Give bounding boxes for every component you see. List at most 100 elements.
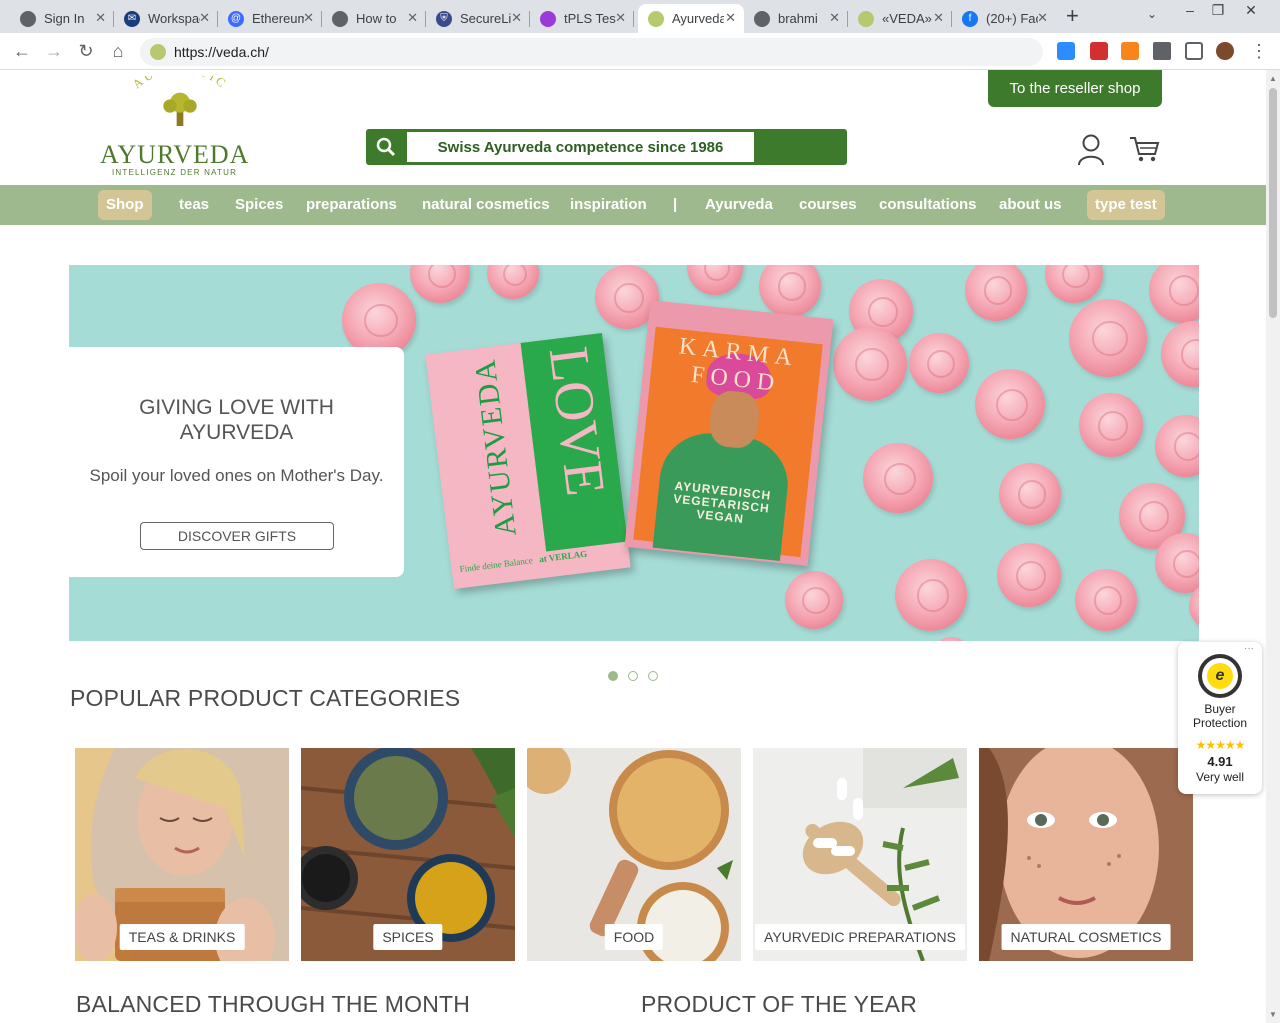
search-button[interactable] [366,129,406,165]
globe-icon [754,10,770,27]
restore-icon[interactable]: ❐ [1203,2,1233,19]
back-icon[interactable]: ← [11,40,33,62]
browser-tab[interactable]: How to ✕ [322,4,426,33]
trusted-shops-badge[interactable]: ··· e Buyer Protection ★★★★★ 4.91 Very w… [1178,642,1262,794]
product-of-year-title: PRODUCT OF THE YEAR [641,991,918,1017]
reload-icon[interactable]: ↻ [75,40,97,62]
category-tile-teas[interactable]: TEAS & DRINKS [75,748,289,961]
close-window-icon[interactable]: ✕ [1236,2,1266,19]
nav-item-consultations[interactable]: consultations [879,190,977,220]
tab-label: Workspace [148,11,200,26]
close-icon[interactable]: ✕ [615,10,626,26]
discover-gifts-button[interactable]: DISCOVER GIFTS [140,522,334,550]
tab-label: «VEDA» [882,11,932,26]
browser-tab-active[interactable]: Ayurveda ✕ [638,4,744,33]
scroll-up-icon[interactable]: ▲ [1269,74,1277,83]
tree-icon [648,10,664,27]
rose-decoration [863,443,933,513]
logo-word-a: AYUR [100,140,174,169]
minimize-icon[interactable]: – [1175,2,1205,18]
close-icon[interactable]: ✕ [725,10,736,26]
address-bar[interactable]: https://veda.ch/ [140,38,1043,66]
rose-decoration [1161,321,1199,387]
category-tile-food[interactable]: FOOD [527,748,741,961]
account-icon[interactable] [1076,134,1106,166]
page-scrollbar[interactable]: ▲ ▼ [1266,70,1280,1023]
buyer-protection-label: Buyer Protection [1192,702,1248,730]
close-icon[interactable]: ✕ [199,10,210,26]
scroll-down-icon[interactable]: ▼ [1269,1010,1277,1019]
category-caption: SPICES [373,924,443,950]
nav-separator: | [673,196,678,213]
metamask-icon[interactable] [1121,42,1139,60]
at-icon: @ [228,10,244,27]
category-tile-cosmetics[interactable]: NATURAL COSMETICS [979,748,1193,961]
browser-tab[interactable]: ✉ Workspace ✕ [114,4,218,33]
close-icon[interactable]: ✕ [511,10,522,26]
rose-decoration [1069,299,1147,377]
tab-label: SecureLine [460,11,512,26]
nav-item-inspiration[interactable]: inspiration [570,190,647,220]
browser-tab[interactable]: tPLS Test ✕ [530,4,634,33]
close-icon[interactable]: ✕ [95,10,106,26]
reseller-shop-button[interactable]: To the reseller shop [988,70,1162,107]
site-logo[interactable]: AUTHENTIC AYURVEDA INTELLIGENZ DER NATUR [98,76,262,180]
nav-item-shop[interactable]: Shop [98,190,152,220]
browser-tab[interactable]: @ Ethereum ✕ [218,4,322,33]
browser-tab[interactable]: ⛨ SecureLine ✕ [426,4,530,33]
hero-banner[interactable]: AYURVEDA LOVE Finde deine Balance at VER… [69,265,1199,641]
category-tile-spices[interactable]: SPICES [301,748,515,961]
home-icon[interactable]: ⌂ [107,40,129,62]
book-word: LOVE [536,343,617,500]
more-icon[interactable]: ··· [1244,643,1254,654]
nav-item-ayurveda[interactable]: Ayurveda [705,190,773,220]
browser-tab[interactable]: Sign In ✕ [10,4,114,33]
carousel-dot[interactable] [648,671,658,681]
browser-tab[interactable]: f (20+) Facebook ✕ [952,4,1056,33]
rose-decoration [965,265,1027,321]
vm-extension-icon[interactable] [1090,42,1108,60]
forward-icon[interactable]: → [43,40,65,62]
browser-tab[interactable]: «VEDA» ✕ [848,4,952,33]
new-tab-icon[interactable]: + [1066,4,1079,28]
browser-tab[interactable]: brahmi ✕ [744,4,848,33]
search-input[interactable]: Swiss Ayurveda competence since 1986 [406,131,755,163]
nav-item-about-us[interactable]: about us [999,190,1062,220]
book-ayurveda-love: AYURVEDA LOVE Finde deine Balance at VER… [425,333,631,589]
category-caption: NATURAL COSMETICS [1001,924,1171,950]
menu-icon[interactable]: ⋮ [1248,40,1270,62]
close-icon[interactable]: ✕ [303,10,314,26]
hero-title: GIVING LOVE WITH AYURVEDA [139,396,334,444]
scrollbar-thumb[interactable] [1269,88,1277,318]
rose-decoration [410,265,470,303]
rose-decoration [1149,265,1199,323]
cart-icon[interactable] [1128,134,1160,164]
tree-icon [163,92,197,126]
close-icon[interactable]: ✕ [407,10,418,26]
nav-item-spices[interactable]: Spices [235,190,283,220]
zoom-extension-icon[interactable] [1057,42,1075,60]
nav-item-type-test[interactable]: type test [1087,190,1165,220]
book-title: AYURVEDA [468,356,523,539]
close-icon[interactable]: ✕ [829,10,840,26]
avatar[interactable] [1216,42,1234,60]
category-tile-preparations[interactable]: AYURVEDIC PREPARATIONS [753,748,967,961]
page-viewport: AUTHENTIC AYURVEDA INTELLIGENZ DER NATUR… [0,70,1266,1023]
hero-card: GIVING LOVE WITH AYURVEDA Spoil your lov… [69,347,404,577]
rose-decoration [909,333,969,393]
side-panel-icon[interactable] [1185,42,1203,60]
site-info-icon[interactable] [150,44,166,60]
close-icon[interactable]: ✕ [1037,10,1048,26]
tab-label: tPLS Test [564,11,616,26]
nav-item-courses[interactable]: courses [799,190,857,220]
nav-item-teas[interactable]: teas [179,190,209,220]
extensions-icon[interactable] [1153,42,1171,60]
rose-decoration [997,543,1061,607]
chevron-down-icon[interactable]: ⌄ [1147,7,1157,21]
nav-item-preparations[interactable]: preparations [306,190,397,220]
nav-item-natural-cosmetics[interactable]: natural cosmetics [422,190,550,220]
close-icon[interactable]: ✕ [933,10,944,26]
carousel-dot[interactable] [608,671,618,681]
carousel-dot[interactable] [628,671,638,681]
rose-decoration [487,265,539,299]
